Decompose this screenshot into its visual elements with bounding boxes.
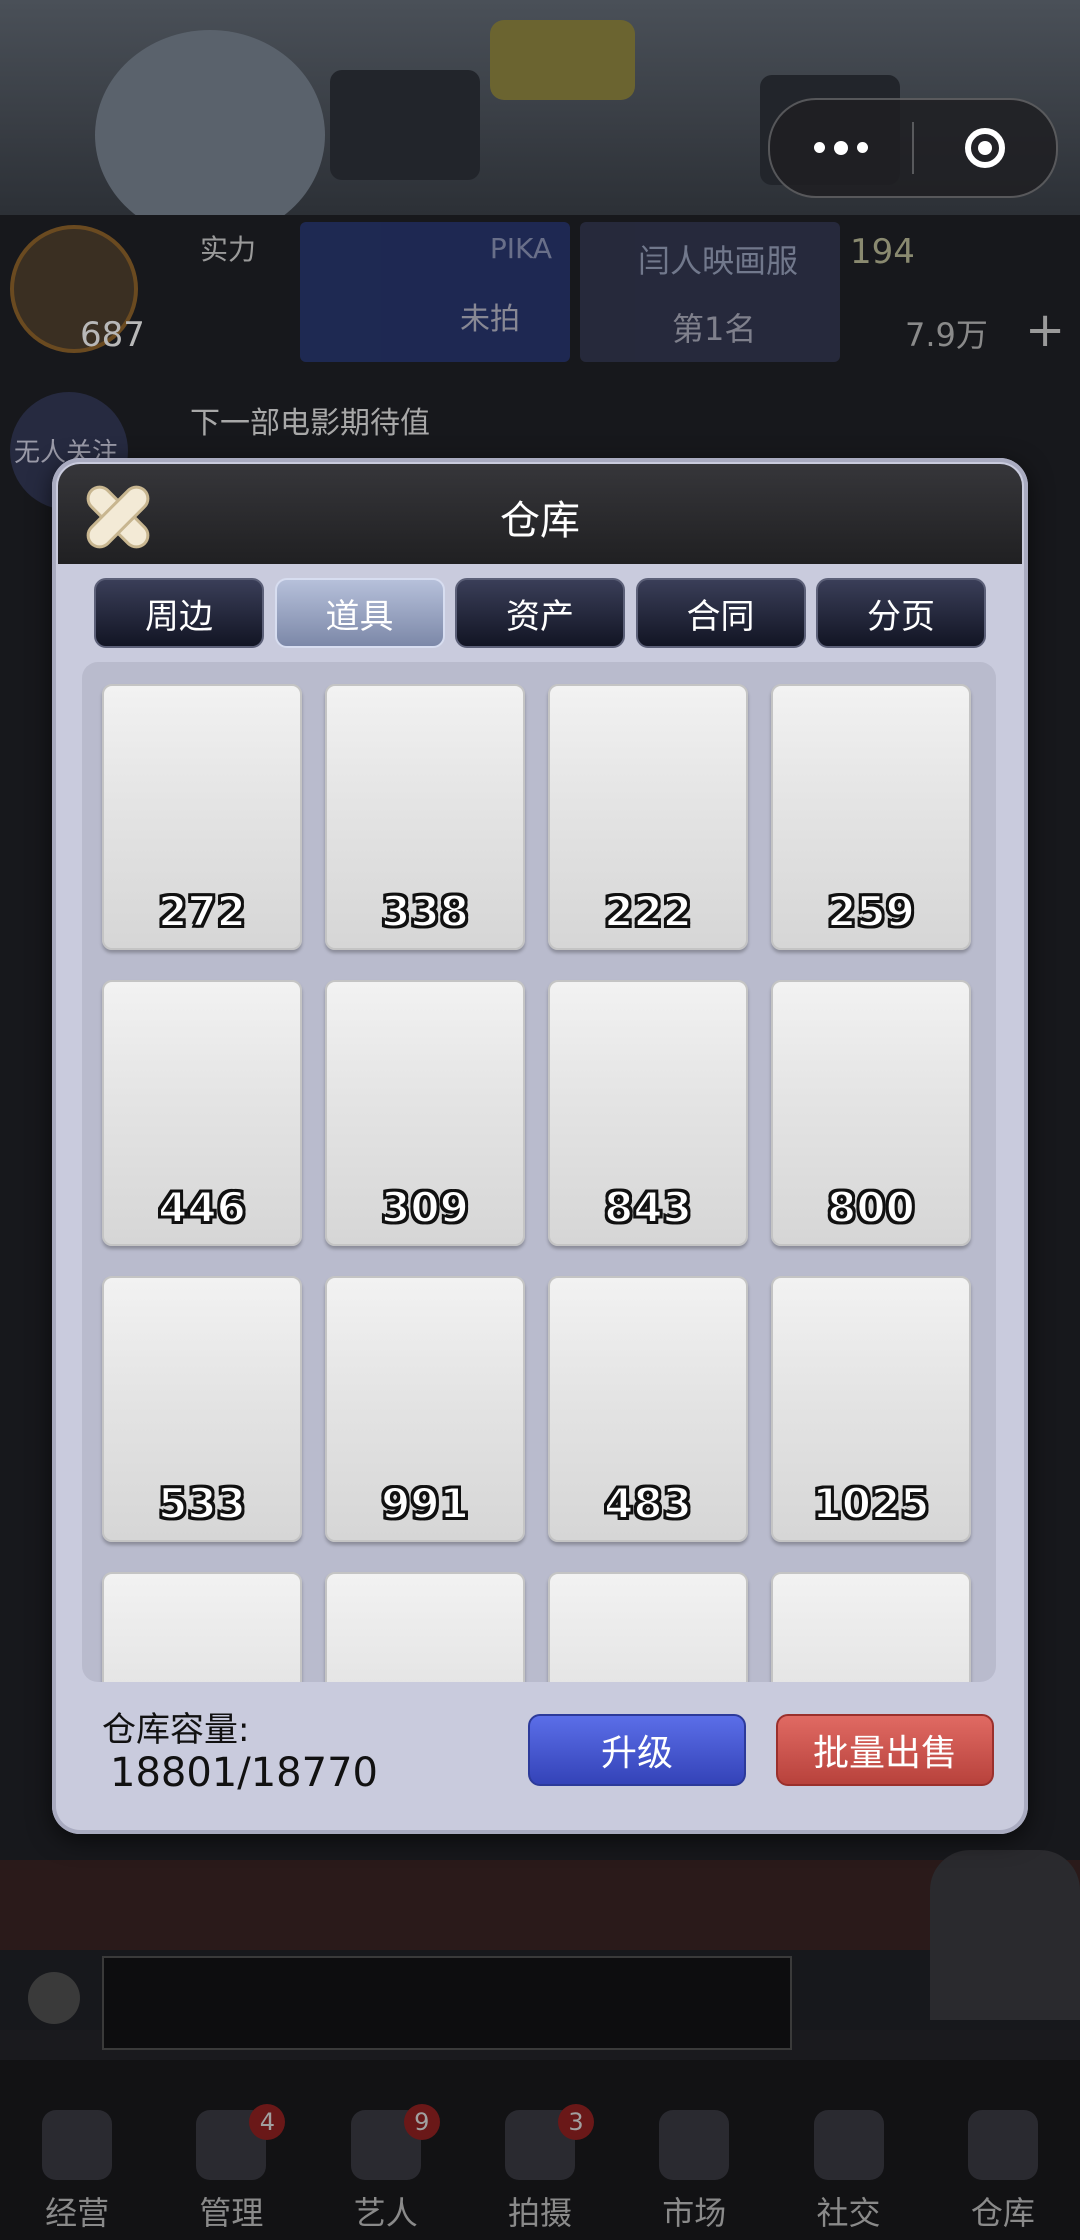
notification-badge: 4 [249,2104,286,2140]
strength-label: 实力 [200,233,257,266]
nav-label: 艺人 [353,2194,418,2232]
notification-badge: 9 [403,2104,440,2140]
character-figure [930,1850,1080,2020]
item-slot[interactable]: 272 [102,684,302,950]
item-count: 991 [380,1478,470,1529]
item-slot[interactable]: 843 [548,980,748,1246]
item-slot[interactable]: 800 [771,980,971,1246]
item-slot[interactable]: 483 [548,1276,748,1542]
item-count: 1025 [812,1478,931,1529]
shop-icon [42,2110,113,2180]
dialog-title: 仓库 [500,498,580,544]
item-grid: 272 338 222 259 446 309 843 800 533 991 … [102,684,971,1682]
nav-label: 市场 [662,2194,727,2232]
target-icon [965,128,1005,168]
add-resource-icon: + [1025,302,1066,358]
tab-assets[interactable]: 资产 [455,578,625,648]
dialog-header: 仓库 [58,464,1022,564]
item-count: 446 [157,1182,247,1233]
item-slot[interactable]: 338 [325,684,525,950]
next-movie-text: 下一部电影期待值 [190,406,430,441]
item-count: 483 [603,1478,693,1529]
nav-item-social[interactable]: 社交 [771,2060,925,2240]
more-menu-button[interactable] [770,100,912,196]
miniprogram-capsule [768,98,1058,198]
item-slot[interactable] [548,1572,748,1682]
social-icon [813,2110,884,2180]
ranking-title: 闫人映画服 [638,242,799,280]
nav-label: 管理 [199,2194,264,2232]
stage-carpet [0,1860,1080,1950]
ranking-value: 第1名 [672,310,757,348]
item-slot[interactable]: 222 [548,684,748,950]
more-dots-icon [814,140,868,155]
item-count: 843 [603,1182,693,1233]
nav-label: 经营 [45,2194,110,2232]
item-count: 338 [380,886,470,937]
close-miniprogram-button[interactable] [914,100,1056,196]
tab-contracts[interactable]: 合同 [635,578,806,648]
nav-label: 拍摄 [507,2194,572,2232]
bulk-sell-button[interactable]: 批量出售 [776,1714,994,1786]
chat-bar [102,1956,792,2050]
market-icon [659,2110,730,2180]
tab-merch[interactable]: 周边 [94,578,264,648]
item-count: 259 [826,886,916,937]
item-slot[interactable]: 309 [325,980,525,1246]
item-slot[interactable] [102,1572,302,1682]
item-count: 222 [603,886,693,937]
item-slot[interactable] [325,1572,525,1682]
megaphone-icon [28,1972,80,2024]
bottom-nav: 经营 4 管理 9 艺人 3 拍摄 市场 社交 仓库 [0,2060,1080,2240]
player-level: 687 [80,315,145,355]
nav-item-market[interactable]: 市场 [617,2060,771,2240]
nav-label: 仓库 [970,2194,1035,2232]
item-count: 309 [380,1182,470,1233]
capacity-value: 18801/18770 [110,1750,378,1796]
nav-item-shoot[interactable]: 3 拍摄 [463,2060,617,2240]
coin-count: 194 [850,232,915,272]
warehouse-tabs: 周边 道具 资产 合同 分页 [94,578,986,650]
nav-item-operate[interactable]: 经营 [0,2060,154,2240]
capacity-label: 仓库容量: [102,1710,250,1750]
item-slot[interactable]: 1025 [771,1276,971,1542]
camera-prop [330,70,480,180]
nav-item-manage[interactable]: 4 管理 [154,2060,308,2240]
item-slot[interactable]: 991 [325,1276,525,1542]
item-slot[interactable] [771,1572,971,1682]
scene-prop [95,30,325,240]
item-count: 800 [826,1182,916,1233]
item-slot[interactable]: 259 [771,684,971,950]
item-count: 533 [157,1478,247,1529]
ranking-card: 闫人映画服 第1名 [580,222,840,362]
project-card: PIKA 未拍 [300,222,570,362]
nav-item-artist[interactable]: 9 艺人 [309,2060,463,2240]
project-status: 未拍 [460,302,520,337]
upgrade-button[interactable]: 升级 [528,1714,746,1786]
tab-props[interactable]: 道具 [274,578,445,648]
item-slot[interactable]: 446 [102,980,302,1246]
project-title: PIKA [489,232,552,265]
scene-prop [490,20,635,100]
nav-item-warehouse[interactable]: 仓库 [926,2060,1080,2240]
warehouse-icon [967,2110,1038,2180]
warehouse-dialog: 仓库 周边 道具 资产 合同 分页 272 338 222 259 446 30… [52,458,1028,1834]
notification-badge: 3 [557,2104,594,2140]
item-grid-scroll[interactable]: 272 338 222 259 446 309 843 800 533 991 … [82,662,996,1682]
item-slot[interactable]: 533 [102,1276,302,1542]
nav-label: 社交 [816,2194,881,2232]
item-count: 272 [157,886,247,937]
tab-pages[interactable]: 分页 [816,578,986,648]
gem-count: 7.9万 [905,316,988,354]
